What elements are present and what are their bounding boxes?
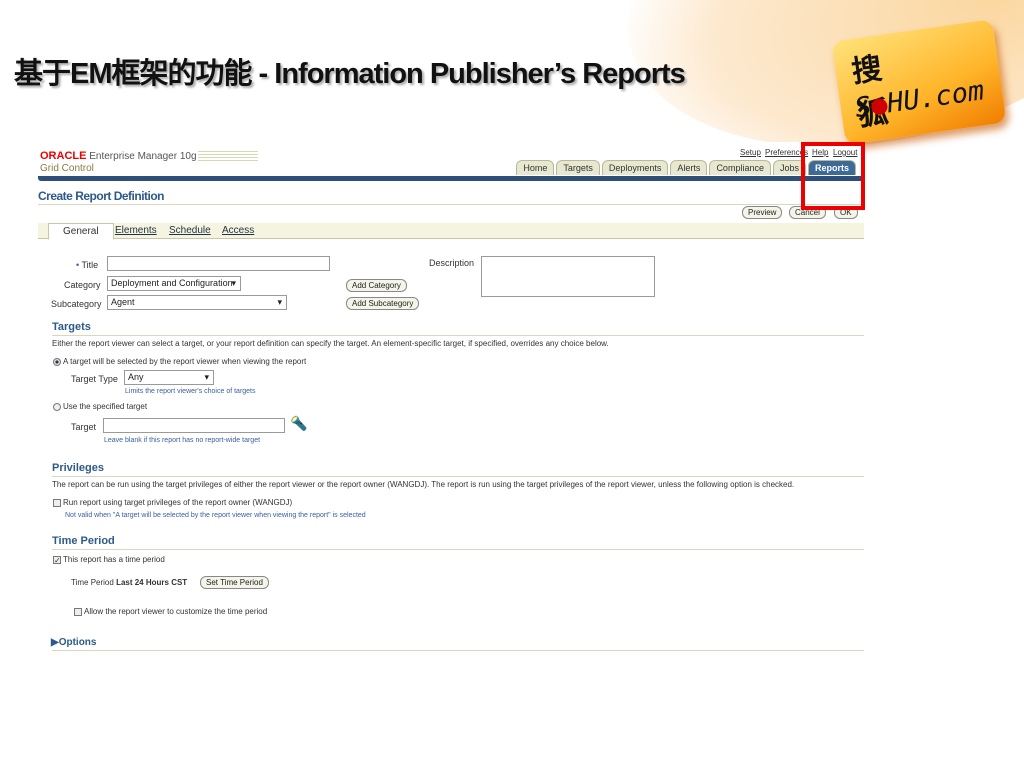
subcategory-label: Subcategory <box>51 299 102 309</box>
divider <box>52 650 864 651</box>
tab-alerts[interactable]: Alerts <box>670 160 708 175</box>
target-type-select[interactable]: Any <box>124 370 214 385</box>
title-input[interactable] <box>107 256 330 271</box>
tab-compliance[interactable]: Compliance <box>709 160 771 175</box>
divider <box>52 549 864 550</box>
oracle-brand: ORACLE Enterprise Manager 10g Grid Contro… <box>40 150 197 174</box>
radio-specified-target[interactable]: Use the specified target <box>53 402 147 411</box>
title-label: • Title <box>76 260 99 270</box>
targets-description: Either the report viewer can select a ta… <box>52 339 609 348</box>
target-type-help: Limits the report viewer's choice of tar… <box>125 388 256 395</box>
description-textarea[interactable] <box>481 256 655 297</box>
checkbox-icon[interactable]: ✓ <box>53 555 61 564</box>
divider <box>52 335 864 336</box>
expand-triangle-icon: ▶ <box>51 637 59 648</box>
sohu-logo: 搜 狐 S●HU.com <box>831 19 1007 145</box>
radio-viewer-selects[interactable]: A target will be selected by the report … <box>53 357 306 366</box>
options-toggle[interactable]: ▶Options <box>51 637 96 648</box>
has-time-period-checkbox[interactable]: ✓ This report has a time period <box>53 555 165 564</box>
description-label: Description <box>429 258 475 268</box>
preview-button[interactable]: Preview <box>742 206 783 219</box>
page-title: Create Report Definition <box>38 189 165 203</box>
target-type-label: Target Type <box>71 374 118 384</box>
time-period-heading: Time Period <box>52 535 115 547</box>
tab-deployments[interactable]: Deployments <box>601 160 669 175</box>
link-setup[interactable]: Setup <box>740 148 761 157</box>
time-period-value: Last 24 Hours CST <box>116 578 188 587</box>
subtab-access[interactable]: Access <box>222 225 254 236</box>
header-bar <box>38 176 864 181</box>
add-subcategory-button[interactable]: Add Subcategory <box>346 297 420 310</box>
flashlight-search-icon[interactable]: 🔦 <box>290 415 307 432</box>
highlight-box <box>801 142 865 210</box>
target-label: Target <box>71 422 97 432</box>
owner-privileges-checkbox[interactable]: Run report using target privileges of th… <box>53 498 292 507</box>
target-help: Leave blank if this report has no report… <box>104 437 261 444</box>
radio-icon[interactable] <box>53 402 61 411</box>
category-label: Category <box>64 280 101 290</box>
target-input[interactable] <box>103 418 285 433</box>
radio-icon[interactable] <box>53 357 61 366</box>
divider <box>52 476 864 477</box>
slide-title: 基于EM框架的功能 - Information Publisher’s Repo… <box>14 58 686 90</box>
tab-home[interactable]: Home <box>516 160 555 175</box>
subtab-general[interactable]: General <box>48 223 114 240</box>
subcategory-select[interactable]: Agent <box>107 295 287 310</box>
allow-customize-checkbox[interactable]: Allow the report viewer to customize the… <box>74 607 267 616</box>
checkbox-icon[interactable] <box>53 498 61 507</box>
brand-decoration <box>198 151 258 161</box>
privileges-heading: Privileges <box>52 462 104 474</box>
add-category-button[interactable]: Add Category <box>346 279 407 292</box>
time-period-row: Time Period Last 24 Hours CST <box>71 578 188 587</box>
checkbox-icon[interactable] <box>74 607 82 616</box>
category-select[interactable]: Deployment and Configuration <box>107 276 241 291</box>
set-time-period-button[interactable]: Set Time Period <box>200 576 269 589</box>
tab-targets[interactable]: Targets <box>556 160 600 175</box>
targets-heading: Targets <box>52 321 91 333</box>
sub-tabs: General Elements Schedule Access <box>38 223 864 240</box>
privileges-description: The report can be run using the target p… <box>52 480 795 489</box>
privileges-help: Not valid when "A target will be selecte… <box>65 512 366 519</box>
divider <box>38 204 864 205</box>
em-screenshot: ORACLE Enterprise Manager 10g Grid Contro… <box>38 142 864 657</box>
subtab-elements[interactable]: Elements <box>115 225 157 236</box>
subtab-schedule[interactable]: Schedule <box>169 225 211 236</box>
